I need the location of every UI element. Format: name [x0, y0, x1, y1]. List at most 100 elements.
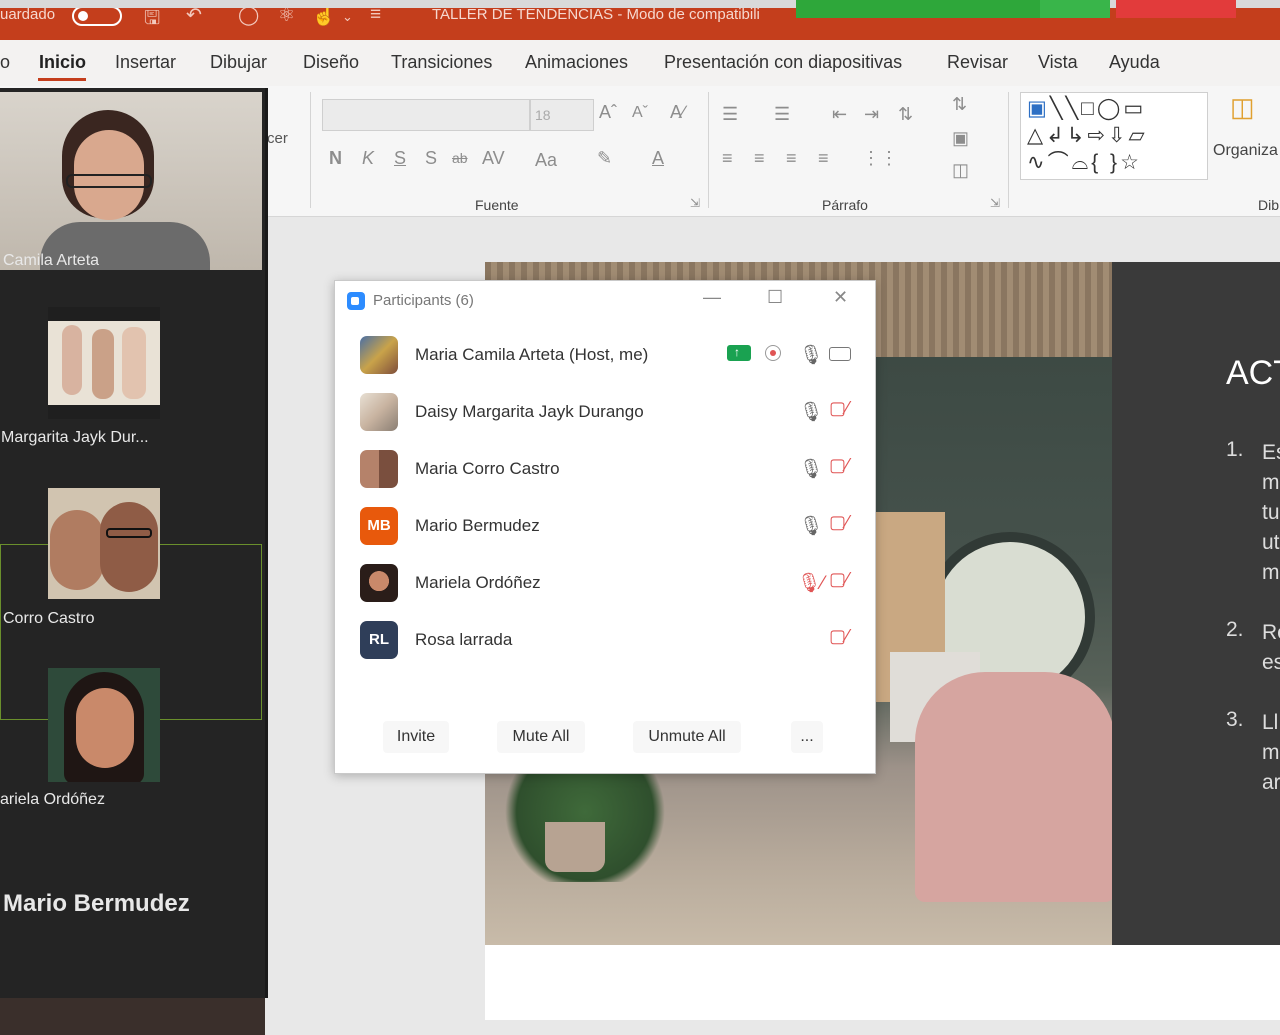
more-options-button[interactable]: ... [791, 721, 823, 753]
arrange-icon[interactable]: ◫ [1230, 92, 1255, 123]
video-off-icon[interactable]: ▢⁄ [829, 626, 849, 647]
zoom-logo-icon [347, 292, 365, 310]
tab-transiciones[interactable]: Transiciones [391, 52, 492, 73]
video-tile-name: Camila Arteta [3, 252, 100, 269]
microphone-icon[interactable]: 🎙 [799, 400, 823, 424]
invite-button[interactable]: Invite [383, 721, 449, 753]
character-spacing-button[interactable]: AV [482, 148, 505, 169]
tab-animaciones[interactable]: Animaciones [525, 52, 628, 73]
microphone-icon[interactable]: 🎙 [799, 343, 823, 367]
video-off-icon[interactable]: ▢⁄ [829, 455, 849, 476]
slide-list-line: ut [1262, 531, 1280, 554]
font-name-combobox[interactable] [322, 99, 530, 131]
tab-ayuda[interactable]: Ayuda [1109, 52, 1160, 73]
participant-row[interactable]: Maria Camila Arteta (Host, me) ↑ 🎙 [335, 325, 875, 382]
decrease-indent-icon[interactable]: ⇤ [832, 104, 847, 125]
microphone-icon[interactable]: 🎙 [799, 514, 823, 538]
microphone-icon[interactable]: 🎙 [799, 457, 823, 481]
change-case-button[interactable]: Aa [535, 150, 557, 171]
dialog-launcher-icon[interactable]: ⇲ [990, 196, 1000, 210]
textbox-icon[interactable]: ▣ [1027, 97, 1050, 120]
participant-avatar [360, 393, 398, 431]
tab-archivo[interactable]: o [0, 52, 10, 73]
tab-inicio[interactable]: Inicio [39, 52, 86, 73]
numbering-icon[interactable]: ☰ [774, 104, 790, 125]
increase-indent-icon[interactable]: ⇥ [864, 104, 879, 125]
microphone-muted-icon[interactable]: 🎙⁄ [797, 571, 824, 595]
align-text-icon[interactable]: ▣ [952, 128, 969, 149]
bullets-icon[interactable]: ☰ [722, 104, 738, 125]
participant-row[interactable]: RL Rosa larrada ▢⁄ [335, 610, 875, 667]
participant-name: Maria Corro Castro [415, 459, 560, 478]
font-color-icon[interactable]: A [652, 148, 664, 169]
stop-share-button[interactable] [1116, 0, 1236, 18]
shapes-row-3: ∿⌒⌓{ }☆ [1027, 151, 1142, 174]
video-off-icon[interactable]: ▢⁄ [829, 569, 849, 590]
video-off-icon[interactable]: ▢⁄ [829, 512, 849, 533]
tab-revisar[interactable]: Revisar [947, 52, 1008, 73]
participant-name: Maria Camila Arteta (Host, me) [415, 345, 649, 364]
video-camera-icon[interactable] [829, 347, 851, 361]
participant-row[interactable]: Daisy Margarita Jayk Durango 🎙 ▢⁄ [335, 382, 875, 439]
slide-list-line: Es [1262, 441, 1280, 464]
participant-avatar [360, 336, 398, 374]
slide-list-number: 2. [1226, 618, 1244, 641]
slide-notes-area[interactable] [485, 945, 1280, 1020]
video-tile-name: Mario Bermudez [3, 890, 190, 917]
align-right-icon[interactable]: ≡ [786, 148, 797, 169]
video-tile-avatar-margarita [48, 307, 160, 419]
video-tile-name: Margarita Jayk Dur... [1, 429, 149, 446]
shapes-gallery[interactable]: ▣╲╲□◯▭ △↲↳⇨⇩▱ ∿⌒⌓{ }☆ [1020, 92, 1208, 180]
justify-icon[interactable]: ≡ [818, 148, 829, 169]
autosave-label: uardado [0, 6, 56, 23]
grow-font-icon[interactable]: Aˆ [599, 102, 617, 123]
participant-name: Rosa larrada [415, 630, 513, 649]
shrink-font-icon[interactable]: Aˇ [632, 104, 648, 122]
columns-icon[interactable]: ⋮⋮ [862, 148, 898, 169]
document-title: TALLER DE TENDENCIAS - Modo de compatibi… [432, 6, 760, 23]
active-tab-indicator [38, 78, 86, 81]
unmute-all-button[interactable]: Unmute All [633, 721, 741, 753]
slide-list-number: 1. [1226, 438, 1244, 461]
align-left-icon[interactable]: ≡ [722, 148, 733, 169]
align-center-icon[interactable]: ≡ [754, 148, 765, 169]
save-icon[interactable]: 🖫 [144, 4, 160, 36]
highlight-icon[interactable]: ✎ [597, 148, 612, 169]
tab-vista[interactable]: Vista [1038, 52, 1078, 73]
participant-avatar [360, 564, 398, 602]
zoom-meeting-bar-segment [1040, 0, 1110, 18]
strikethrough-button[interactable]: ab [452, 150, 468, 166]
underline-button[interactable]: S [394, 148, 406, 169]
video-off-icon[interactable]: ▢⁄ [829, 398, 849, 419]
dialog-launcher-icon[interactable]: ⇲ [690, 196, 700, 210]
video-tile-avatar-corro [48, 488, 160, 599]
italic-button[interactable]: K [362, 148, 374, 169]
autosave-toggle[interactable] [72, 6, 122, 26]
slide-list-number: 3. [1226, 708, 1244, 731]
clipboard-partial-label: cer [267, 130, 288, 147]
close-icon[interactable]: ✕ [833, 287, 848, 308]
shadow-button[interactable]: S [425, 148, 437, 169]
participant-row[interactable]: Maria Corro Castro 🎙 ▢⁄ [335, 439, 875, 496]
maximize-icon[interactable]: ☐ [767, 287, 783, 308]
mute-all-button[interactable]: Mute All [497, 721, 585, 753]
line-spacing-icon[interactable]: ⇅ [898, 104, 913, 125]
clear-format-icon[interactable]: A∕ [670, 102, 685, 123]
text-direction-icon[interactable]: ⇅ [952, 94, 967, 115]
participant-row[interactable]: Mariela Ordóñez 🎙⁄ ▢⁄ [335, 553, 875, 610]
video-tile-camila[interactable]: Camila Arteta [0, 92, 262, 270]
bold-button[interactable]: N [329, 148, 342, 169]
font-size-combobox[interactable]: 18 [530, 99, 594, 131]
tab-diseno[interactable]: Diseño [303, 52, 359, 73]
smartart-icon[interactable]: ◫ [952, 160, 969, 181]
tab-dibujar[interactable]: Dibujar [210, 52, 267, 73]
slide-heading: ACT [1226, 354, 1280, 392]
participant-row[interactable]: MB Mario Bermudez 🎙 ▢⁄ [335, 496, 875, 553]
tab-presentacion[interactable]: Presentación con diapositivas [664, 52, 902, 73]
tab-insertar[interactable]: Insertar [115, 52, 176, 73]
arrange-label[interactable]: Organiza [1213, 142, 1278, 160]
minimize-icon[interactable]: — [703, 287, 721, 308]
slide-list-line: m [1262, 741, 1280, 764]
participant-initials-avatar: RL [360, 621, 398, 659]
chevron-down-icon[interactable]: ⌄ [342, 9, 353, 25]
